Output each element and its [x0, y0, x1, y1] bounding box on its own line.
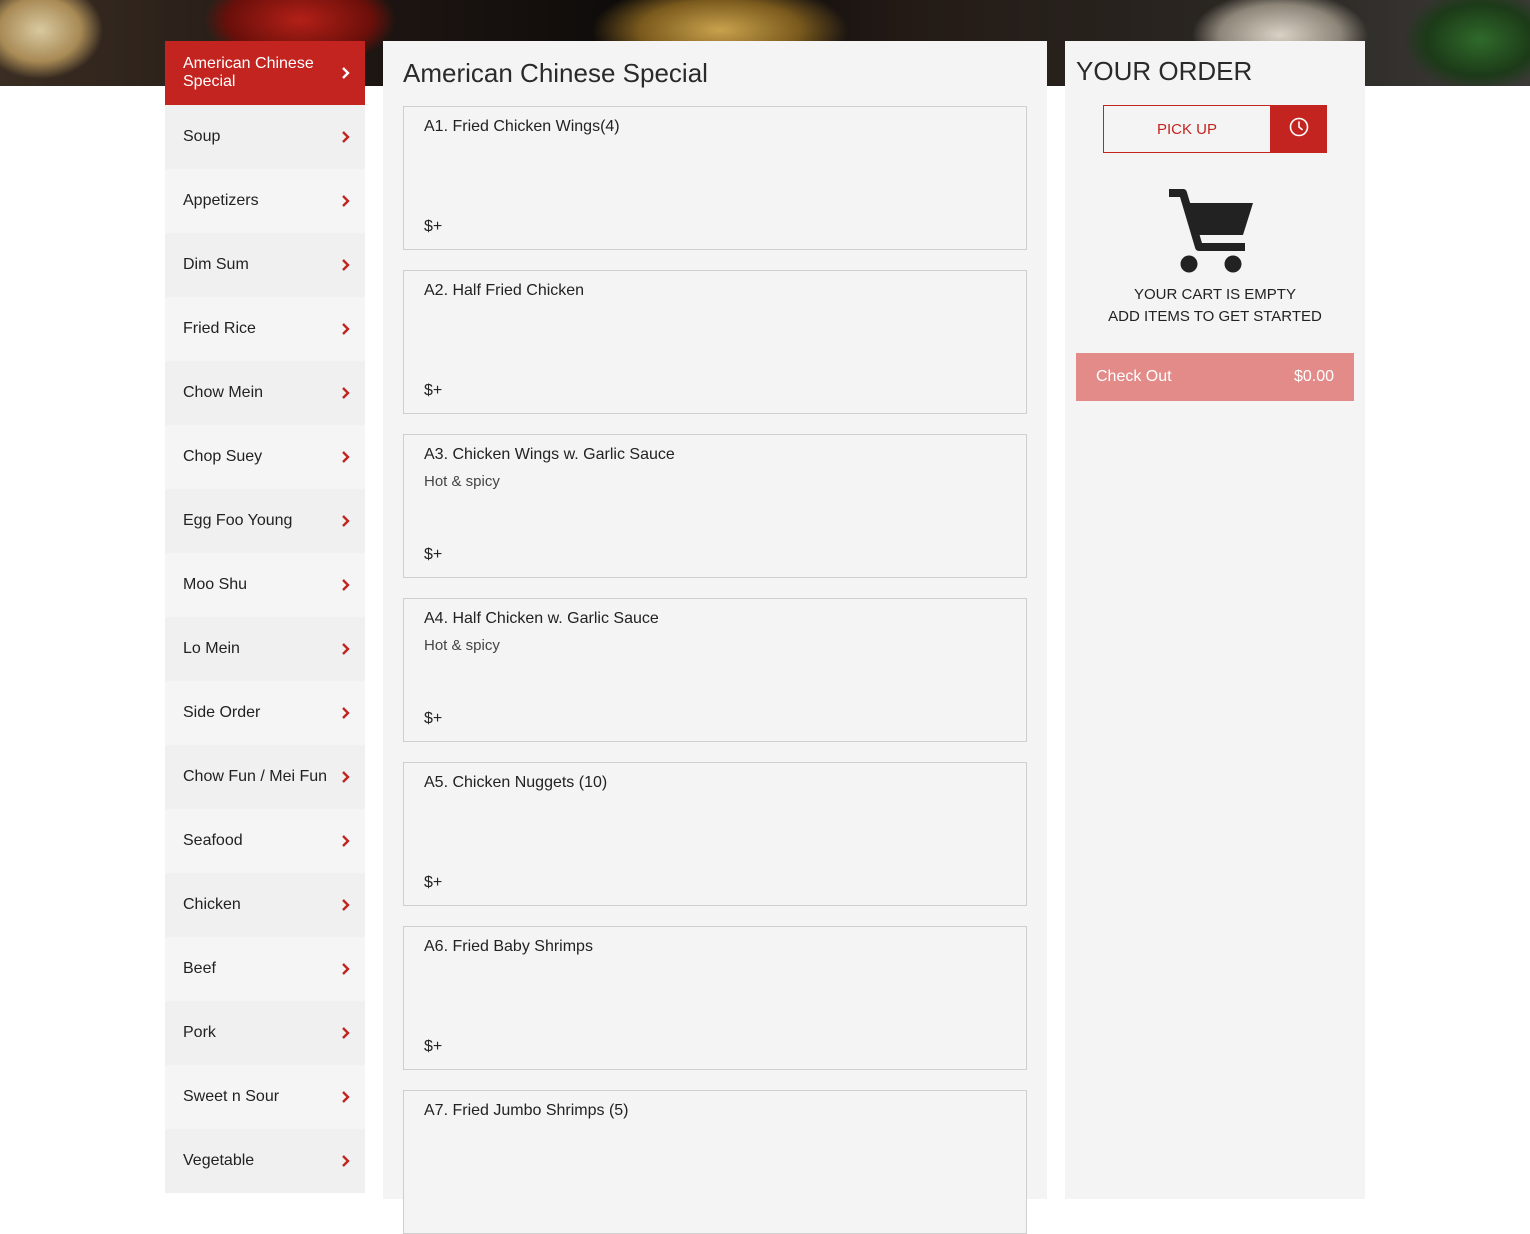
pickup-button[interactable]: PICK UP: [1103, 105, 1271, 153]
chevron-right-icon: [341, 1027, 351, 1039]
menu-item-price: $+: [424, 218, 443, 235]
sidebar-item-seafood[interactable]: Seafood: [165, 809, 365, 873]
category-sidebar: American Chinese Special Soup Appetizers…: [165, 41, 365, 1193]
menu-item-name: A3. Chicken Wings w. Garlic Sauce: [424, 446, 675, 463]
checkout-button[interactable]: Check Out $0.00: [1076, 353, 1354, 401]
menu-item-card[interactable]: A3. Chicken Wings w. Garlic Sauce Hot & …: [403, 434, 1027, 578]
sidebar-item-label: Moo Shu: [183, 576, 248, 593]
sidebar-item-label: American Chinese Special: [183, 55, 314, 90]
order-panel: YOUR ORDER PICK UP YOUR CART IS EMPTY AD…: [1065, 41, 1365, 1199]
chevron-right-icon: [341, 899, 351, 911]
menu-item-name: A6. Fried Baby Shrimps: [424, 938, 593, 955]
menu-item-name: A7. Fried Jumbo Shrimps (5): [424, 1102, 629, 1119]
menu-item-name: A1. Fried Chicken Wings(4): [424, 118, 620, 135]
sidebar-item-chop-suey[interactable]: Chop Suey: [165, 425, 365, 489]
sidebar-item-fried-rice[interactable]: Fried Rice: [165, 297, 365, 361]
sidebar-item-beef[interactable]: Beef: [165, 937, 365, 1001]
sidebar-item-side-order[interactable]: Side Order: [165, 681, 365, 745]
pickup-selector: PICK UP: [1103, 105, 1327, 153]
sidebar-item-label: Seafood: [183, 832, 243, 849]
menu-item-description: Hot & spicy: [424, 473, 500, 490]
sidebar-item-label: Soup: [183, 128, 221, 145]
sidebar-item-label: Fried Rice: [183, 320, 256, 337]
chevron-right-icon: [341, 643, 351, 655]
chevron-right-icon: [341, 1155, 351, 1167]
menu-item-price: $+: [424, 874, 443, 891]
empty-cart-message: YOUR CART IS EMPTY ADD ITEMS TO GET STAR…: [1065, 284, 1365, 328]
menu-item-price: $+: [424, 1038, 443, 1055]
menu-item-name: A4. Half Chicken w. Garlic Sauce: [424, 610, 659, 627]
chevron-right-icon: [341, 515, 351, 527]
empty-cart-line2: ADD ITEMS TO GET STARTED: [1108, 308, 1322, 325]
sidebar-item-soup[interactable]: Soup: [165, 105, 365, 169]
sidebar-item-lo-mein[interactable]: Lo Mein: [165, 617, 365, 681]
chevron-right-icon: [341, 131, 351, 143]
sidebar-item-dim-sum[interactable]: Dim Sum: [165, 233, 365, 297]
menu-item-card[interactable]: A7. Fried Jumbo Shrimps (5): [403, 1090, 1027, 1234]
menu-item-price: $+: [424, 382, 443, 399]
chevron-right-icon: [341, 835, 351, 847]
sidebar-item-label: Chop Suey: [183, 448, 263, 465]
menu-item-card[interactable]: A2. Half Fried Chicken $+: [403, 270, 1027, 414]
menu-item-description: Hot & spicy: [424, 637, 500, 654]
sidebar-item-vegetable[interactable]: Vegetable: [165, 1129, 365, 1193]
menu-item-card[interactable]: A6. Fried Baby Shrimps $+: [403, 926, 1027, 1070]
menu-item-card[interactable]: A5. Chicken Nuggets (10) $+: [403, 762, 1027, 906]
chevron-right-icon: [341, 451, 351, 463]
sidebar-item-moo-shu[interactable]: Moo Shu: [165, 553, 365, 617]
sidebar-item-label: Egg Foo Young: [183, 512, 293, 529]
sidebar-item-label: Appetizers: [183, 192, 259, 209]
sidebar-item-chow-mein[interactable]: Chow Mein: [165, 361, 365, 425]
sidebar-item-label: Side Order: [183, 704, 261, 721]
order-title: YOUR ORDER: [1076, 56, 1253, 86]
schedule-time-button[interactable]: [1271, 105, 1327, 153]
sidebar-item-pork[interactable]: Pork: [165, 1001, 365, 1065]
menu-item-card[interactable]: A4. Half Chicken w. Garlic Sauce Hot & s…: [403, 598, 1027, 742]
clock-icon: [1289, 117, 1309, 142]
sidebar-item-chicken[interactable]: Chicken: [165, 873, 365, 937]
sidebar-item-label: Chow Mein: [183, 384, 264, 401]
menu-item-price: $+: [424, 546, 443, 563]
sidebar-item-egg-foo-young[interactable]: Egg Foo Young: [165, 489, 365, 553]
sidebar-item-american-chinese-special[interactable]: American Chinese Special: [165, 41, 365, 105]
sidebar-item-chow-fun-mei-fun[interactable]: Chow Fun / Mei Fun: [165, 745, 365, 809]
chevron-right-icon: [341, 579, 351, 591]
menu-panel: American Chinese Special A1. Fried Chick…: [383, 41, 1047, 1234]
chevron-right-icon: [341, 771, 351, 783]
sidebar-item-label: Vegetable: [183, 1152, 255, 1169]
sidebar-item-label: Chicken: [183, 896, 241, 913]
empty-cart-line1: YOUR CART IS EMPTY: [1134, 286, 1296, 303]
chevron-right-icon: [341, 67, 351, 79]
sidebar-item-label: Dim Sum: [183, 256, 249, 273]
chevron-right-icon: [341, 323, 351, 335]
sidebar-item-label: Beef: [183, 960, 216, 977]
chevron-right-icon: [341, 707, 351, 719]
chevron-right-icon: [341, 195, 351, 207]
menu-item-price: $+: [424, 710, 443, 727]
menu-section-title: American Chinese Special: [403, 58, 708, 88]
menu-item-card[interactable]: A1. Fried Chicken Wings(4) $+: [403, 106, 1027, 250]
sidebar-item-label: Chow Fun / Mei Fun: [183, 768, 328, 785]
cart-icon: [1167, 189, 1255, 275]
chevron-right-icon: [341, 387, 351, 399]
sidebar-item-label: Pork: [183, 1024, 216, 1041]
chevron-right-icon: [341, 259, 351, 271]
checkout-label: Check Out: [1096, 368, 1172, 385]
checkout-total: $0.00: [1293, 368, 1334, 385]
chevron-right-icon: [341, 963, 351, 975]
menu-item-name: A5. Chicken Nuggets (10): [424, 774, 608, 791]
menu-item-name: A2. Half Fried Chicken: [424, 282, 585, 299]
sidebar-item-label: Sweet n Sour: [183, 1088, 280, 1105]
sidebar-item-appetizers[interactable]: Appetizers: [165, 169, 365, 233]
sidebar-item-sweet-n-sour[interactable]: Sweet n Sour: [165, 1065, 365, 1129]
chevron-right-icon: [341, 1091, 351, 1103]
sidebar-item-label: Lo Mein: [183, 640, 240, 657]
